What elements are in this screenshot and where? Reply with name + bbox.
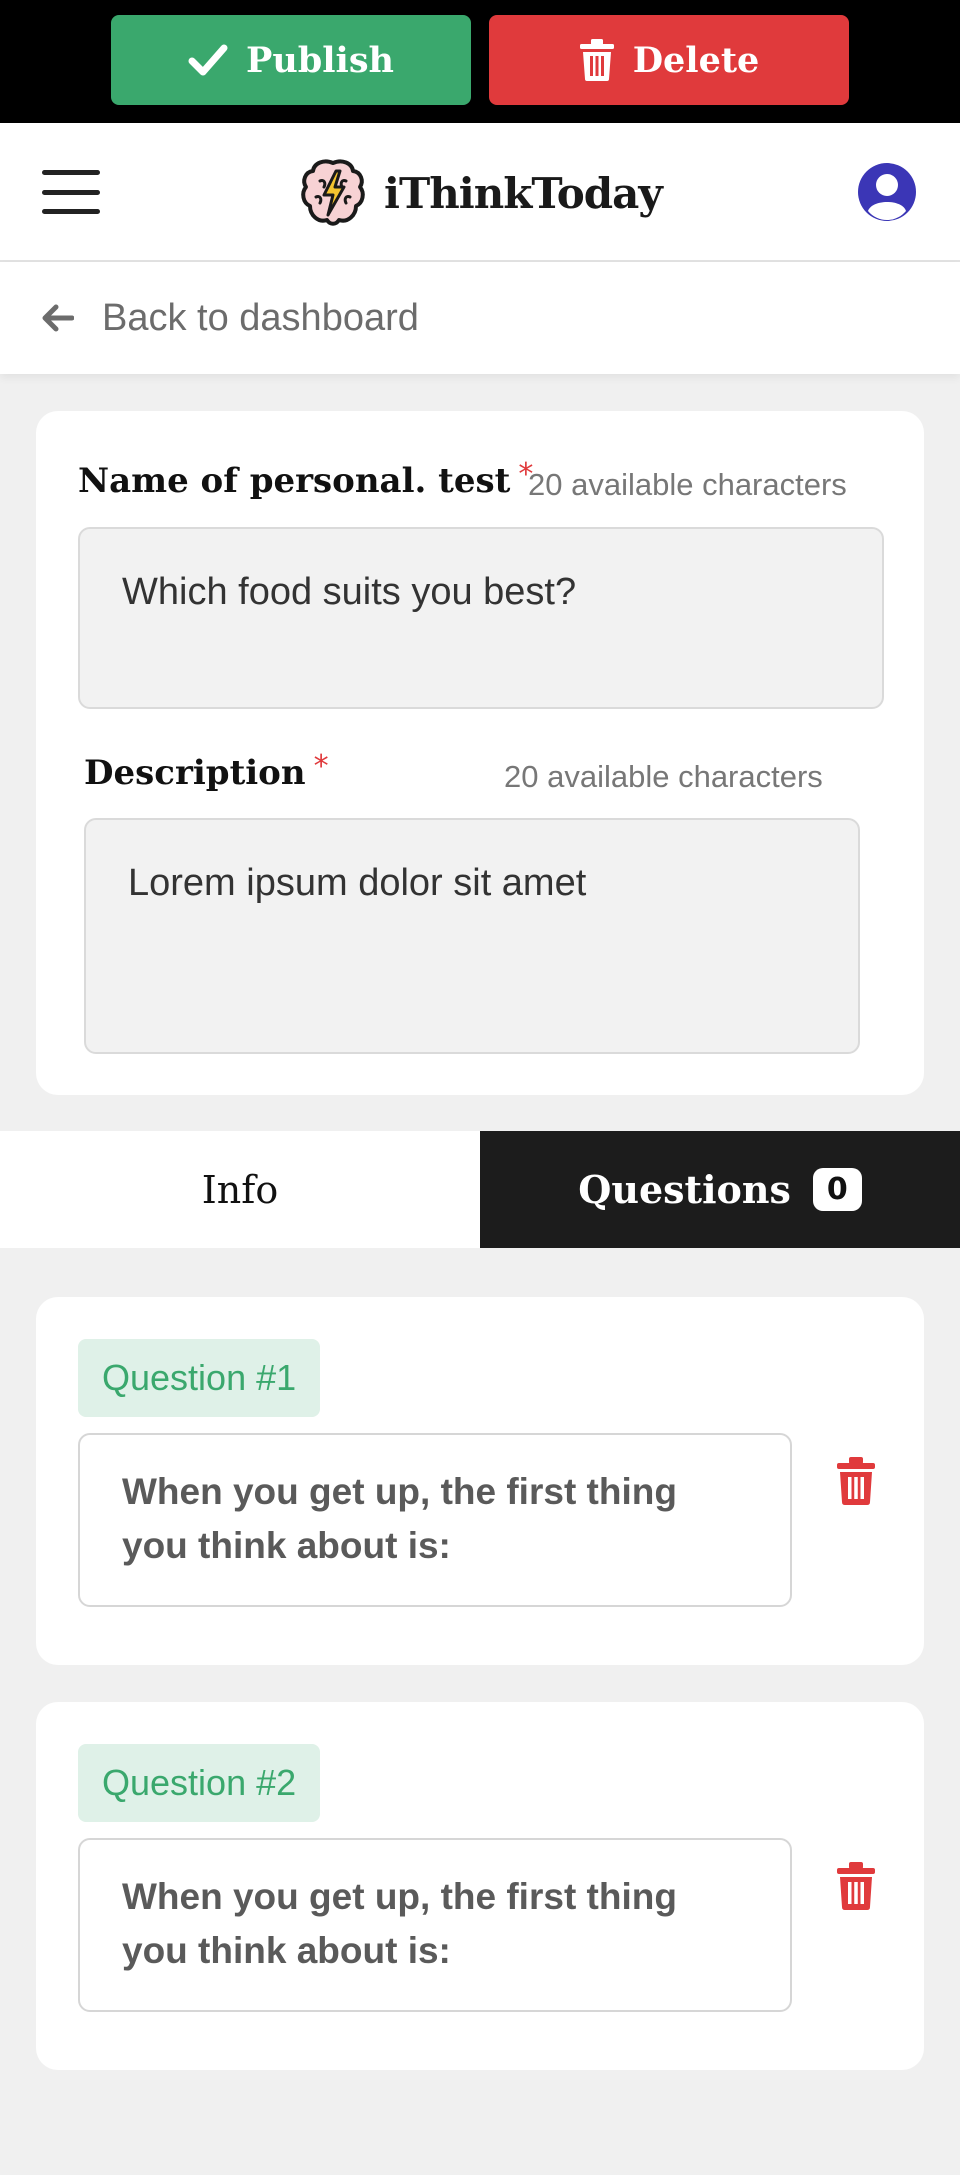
delete-question-button[interactable] (836, 1862, 876, 1915)
question-card: Question #1 When you get up, the first t… (36, 1297, 924, 1665)
delete-label: Delete (632, 39, 760, 81)
hamburger-menu-icon[interactable] (42, 170, 100, 214)
tab-questions[interactable]: Questions 0 (480, 1131, 960, 1248)
delete-button[interactable]: Delete (489, 15, 849, 105)
app-header: iThinkToday (0, 123, 960, 262)
delete-question-button[interactable] (836, 1457, 876, 1510)
back-label: Back to dashboard (102, 296, 419, 339)
name-input[interactable]: Which food suits you best? (78, 527, 884, 709)
name-field-label: Name of personal. test * (78, 457, 533, 501)
required-marker: * (313, 749, 329, 784)
publish-button[interactable]: Publish (111, 15, 471, 105)
trash-icon (837, 1457, 875, 1505)
action-bar: Publish Delete (0, 0, 960, 123)
publish-label: Publish (246, 39, 394, 81)
question-number-badge: Question #2 (78, 1744, 321, 1822)
trash-icon (579, 39, 614, 81)
description-label-text: Description (84, 753, 306, 793)
user-avatar-icon[interactable] (856, 161, 918, 228)
description-textarea[interactable]: Lorem ipsum dolor sit amet (84, 818, 860, 1054)
question-number-badge: Question #1 (78, 1339, 321, 1417)
description-available-characters: 20 available characters (504, 759, 823, 794)
tab-info-label: Info (201, 1167, 279, 1212)
app-name: iThinkToday (384, 168, 663, 218)
name-available-characters: 20 available characters (528, 467, 847, 502)
brain-lightning-logo (301, 159, 365, 226)
description-field-label: Description * (84, 749, 329, 793)
name-label-text: Name of personal. test (78, 461, 511, 501)
test-details-card: Name of personal. test * 20 available cha… (36, 411, 924, 1095)
back-to-dashboard-link[interactable]: Back to dashboard (0, 262, 960, 374)
arrow-left-icon (42, 304, 74, 332)
questions-count-badge: 0 (812, 1168, 862, 1211)
trash-icon (837, 1862, 875, 1910)
question-text-input[interactable]: When you get up, the first thing you thi… (78, 1433, 792, 1607)
check-icon (188, 44, 228, 76)
question-text-input[interactable]: When you get up, the first thing you thi… (78, 1838, 792, 2012)
tab-questions-label: Questions (578, 1167, 791, 1212)
logo[interactable]: iThinkToday (300, 153, 663, 233)
question-card: Question #2 When you get up, the first t… (36, 1702, 924, 2070)
tab-bar: Info Questions 0 (0, 1131, 960, 1248)
tab-info[interactable]: Info (0, 1131, 480, 1248)
